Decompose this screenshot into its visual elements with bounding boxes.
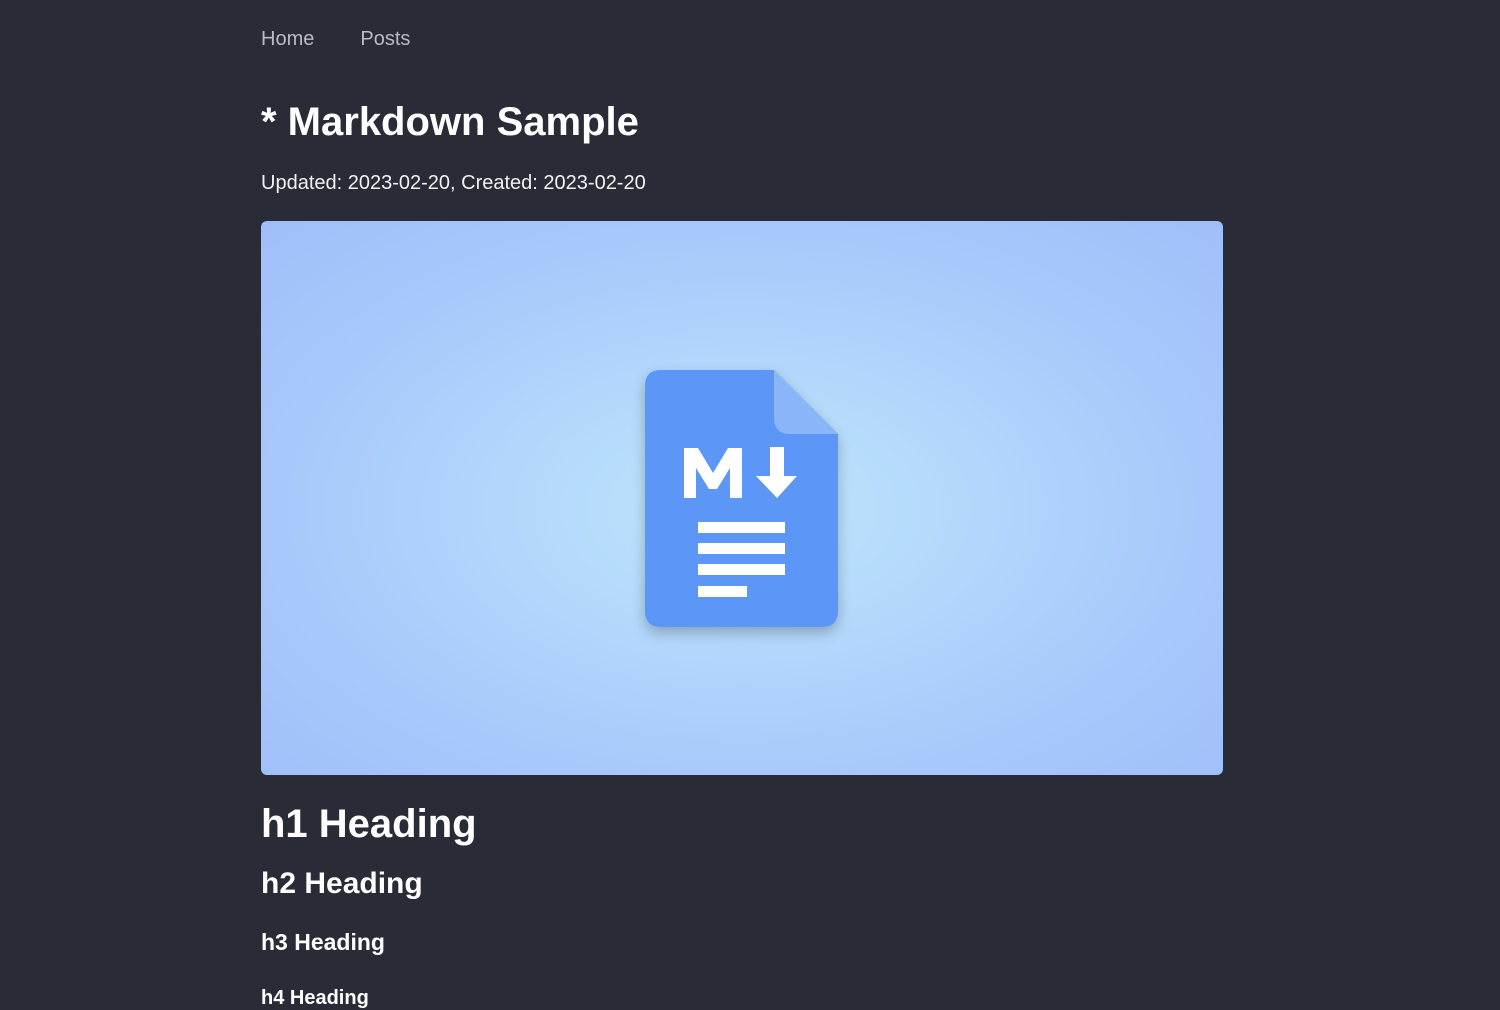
nav-link-posts[interactable]: Posts (360, 28, 410, 51)
markdown-document-icon (645, 370, 838, 627)
heading-h1: h1 Heading (261, 802, 477, 846)
nav-link-home[interactable]: Home (261, 28, 314, 51)
post-dates: Updated: 2023-02-20, Created: 2023-02-20 (261, 172, 646, 194)
top-nav: Home Posts (261, 28, 410, 51)
heading-h2: h2 Heading (261, 867, 423, 900)
heading-h4: h4 Heading (261, 987, 369, 1009)
heading-h3: h3 Heading (261, 929, 385, 955)
hero-image (261, 221, 1223, 775)
page-title: * Markdown Sample (261, 100, 639, 144)
